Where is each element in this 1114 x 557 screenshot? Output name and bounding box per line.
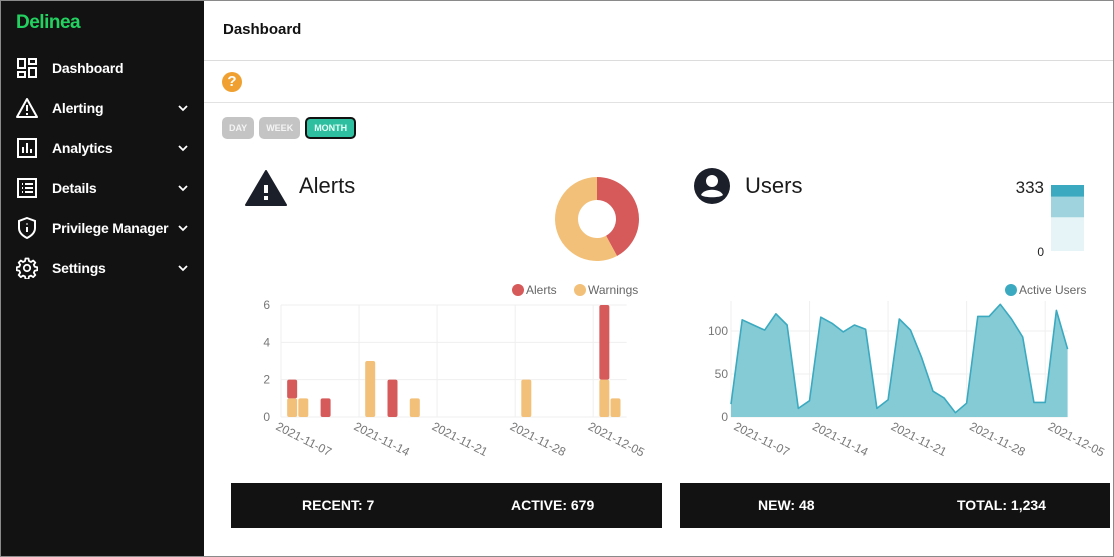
level-min-label: 0 — [1037, 245, 1044, 259]
tab-week[interactable]: WEEK — [259, 117, 301, 139]
help-icon[interactable]: ? — [222, 72, 242, 92]
recent-count: RECENT: 7 — [302, 497, 375, 513]
bar-chart-icon — [16, 137, 38, 159]
y-tick-label: 4 — [263, 335, 270, 349]
legend-label-alerts: Alerts — [526, 283, 557, 297]
x-tick-label: 2021-11-14 — [352, 419, 413, 459]
sidebar-item-analytics[interactable]: Analytics — [1, 128, 204, 168]
bar-alerts — [320, 398, 331, 417]
legend-label-warnings: Warnings — [588, 283, 638, 297]
sidebar-item-details[interactable]: Details — [1, 168, 204, 208]
bar-warnings — [409, 398, 420, 417]
legend-swatch-alerts — [512, 284, 524, 296]
total-users-count: TOTAL: 1,234 — [957, 497, 1046, 513]
users-title: Users — [745, 173, 803, 198]
alert-triangle-icon — [244, 169, 288, 212]
sidebar-item-alerting[interactable]: Alerting — [1, 88, 204, 128]
bar-warnings — [599, 379, 610, 417]
x-tick-label: 2021-11-07 — [732, 419, 793, 459]
y-tick-label: 2 — [263, 373, 270, 387]
time-range-tabs: DAY WEEK MONTH — [222, 117, 357, 139]
sidebar-item-dashboard[interactable]: Dashboard — [1, 48, 204, 88]
chevron-down-icon[interactable] — [177, 182, 189, 194]
alerts-donut-chart — [555, 177, 639, 261]
main-content: Dashboard ? DAY WEEK MONTH Alerts 0 2 4 6 20… — [204, 1, 1113, 556]
y-tick-label: 0 — [721, 410, 728, 424]
alerts-bar-chart: 0 2 4 6 2021-11-07 2021-11-14 2021-11-21 2021-1… — [263, 283, 647, 460]
user-circle-icon — [692, 166, 732, 211]
users-level-chart: 333 0 — [1016, 178, 1084, 259]
y-tick-label: 50 — [715, 367, 729, 381]
x-tick-label: 2021-11-21 — [430, 419, 491, 459]
sidebar-item-label: Dashboard — [52, 60, 124, 76]
legend-swatch-active-users — [1005, 284, 1017, 296]
x-tick-label: 2021-11-07 — [274, 419, 335, 459]
dashboard-icon — [16, 57, 38, 79]
chevron-down-icon[interactable] — [177, 222, 189, 234]
active-count: ACTIVE: 679 — [511, 497, 595, 513]
alerts-title: Alerts — [299, 173, 356, 198]
bar-warnings — [365, 361, 376, 417]
x-tick-label: 2021-11-21 — [889, 419, 950, 459]
shield-info-icon — [16, 217, 38, 239]
bar-warnings — [287, 398, 298, 417]
chevron-down-icon[interactable] — [177, 142, 189, 154]
active-users-area-chart: 0 50 100 2021-11-07 2021-11-14 2021-11-21 2021… — [708, 283, 1107, 460]
alerts-stats-bar: RECENT: 7 ACTIVE: 679 — [231, 483, 662, 528]
users-stats-bar: NEW: 48 TOTAL: 1,234 — [680, 483, 1110, 528]
sidebar-item-label: Analytics — [52, 140, 113, 156]
y-tick-label: 100 — [708, 324, 728, 338]
warning-triangle-icon — [16, 97, 38, 119]
y-tick-label: 6 — [263, 298, 270, 312]
level-max-label: 333 — [1016, 178, 1044, 197]
x-tick-label: 2021-11-28 — [508, 419, 569, 459]
x-tick-label: 2021-11-28 — [967, 419, 1028, 459]
bar-warnings — [521, 379, 532, 417]
bar-alerts — [287, 379, 298, 399]
x-tick-label: 2021-12-05 — [1046, 419, 1107, 459]
bar-warnings — [610, 398, 621, 417]
help-bar: ? — [204, 61, 1113, 103]
bar-alerts — [387, 379, 398, 417]
sidebar-item-privilege-manager[interactable]: Privilege Manager — [1, 208, 204, 248]
sidebar-item-label: Details — [52, 180, 97, 196]
sidebar: Delinea Dashboard Alerting Analytics Det… — [1, 1, 204, 556]
level-band-mid — [1051, 196, 1084, 218]
sidebar-nav: Dashboard Alerting Analytics Details Pri… — [1, 48, 204, 288]
top-bar: Dashboard — [204, 1, 1113, 61]
x-tick-label: 2021-11-14 — [810, 419, 871, 459]
sidebar-item-label: Settings — [52, 260, 106, 276]
new-users-count: NEW: 48 — [758, 497, 815, 513]
bar-warnings — [298, 398, 309, 417]
sidebar-item-label: Privilege Manager — [52, 220, 169, 236]
level-band-low — [1051, 217, 1084, 251]
app: Delinea Dashboard Alerting Analytics Det… — [1, 1, 1113, 556]
legend-label-active-users: Active Users — [1019, 283, 1086, 297]
y-tick-label: 0 — [263, 410, 270, 424]
legend-swatch-warnings — [574, 284, 586, 296]
bar-alerts — [599, 305, 610, 380]
page-title: Dashboard — [223, 21, 302, 38]
x-tick-label: 2021-12-05 — [586, 419, 647, 459]
tab-day[interactable]: DAY — [222, 117, 255, 139]
level-band-high — [1051, 185, 1084, 197]
brand-logo[interactable]: Delinea — [16, 12, 81, 34]
sidebar-item-label: Alerting — [52, 100, 104, 116]
list-icon — [16, 177, 38, 199]
chevron-down-icon[interactable] — [177, 102, 189, 114]
chevron-down-icon[interactable] — [177, 262, 189, 274]
tab-month[interactable]: MONTH — [305, 117, 357, 139]
gear-icon — [16, 257, 38, 279]
sidebar-item-settings[interactable]: Settings — [1, 248, 204, 288]
